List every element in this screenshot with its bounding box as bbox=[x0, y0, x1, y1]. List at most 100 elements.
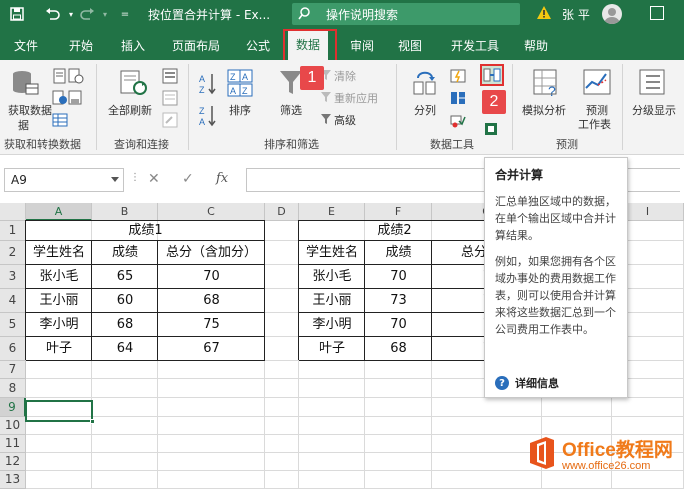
table-header[interactable]: 学生姓名 bbox=[26, 241, 92, 265]
table-cell[interactable]: 73 bbox=[365, 289, 432, 313]
redo-dropdown-icon[interactable]: ▾ bbox=[96, 5, 114, 23]
row-header[interactable]: 1 bbox=[0, 221, 26, 241]
table-cell[interactable]: 60 bbox=[92, 289, 158, 313]
cancel-icon[interactable]: ✕ bbox=[148, 171, 160, 187]
existing-connections-icon[interactable] bbox=[68, 90, 84, 106]
table-cell[interactable]: 张小毛 bbox=[26, 265, 92, 289]
table-header[interactable]: 成绩 bbox=[365, 241, 432, 265]
warning-icon[interactable] bbox=[536, 5, 552, 21]
enter-icon[interactable]: ✓ bbox=[182, 171, 194, 187]
column-header[interactable]: D bbox=[265, 203, 299, 221]
avatar[interactable] bbox=[602, 4, 622, 24]
table-cell[interactable]: 67 bbox=[158, 337, 265, 361]
row-header[interactable]: 7 bbox=[0, 361, 26, 379]
table-cell[interactable]: 68 bbox=[92, 313, 158, 337]
insert-function-button[interactable]: fx bbox=[216, 171, 228, 186]
table-cell[interactable]: 64 bbox=[92, 337, 158, 361]
what-if-label[interactable]: 模拟分析 bbox=[522, 102, 566, 118]
get-data-label[interactable]: 获取数据 bbox=[8, 102, 52, 118]
edit-links-icon[interactable] bbox=[162, 112, 178, 128]
column-header[interactable]: F bbox=[365, 203, 432, 221]
sort-icon[interactable]: Z AA Z bbox=[226, 68, 256, 98]
tab-help[interactable]: 帮助 bbox=[524, 37, 548, 54]
what-if-analysis-icon[interactable]: ? bbox=[532, 68, 562, 98]
fill-handle[interactable] bbox=[90, 419, 95, 424]
save-icon[interactable] bbox=[8, 5, 26, 23]
ribbon-display-options-icon[interactable] bbox=[650, 6, 664, 20]
row-header[interactable]: 8 bbox=[0, 379, 26, 398]
undo-icon[interactable] bbox=[44, 5, 62, 23]
text-to-columns-label[interactable]: 分列 bbox=[414, 102, 436, 118]
tab-review[interactable]: 审阅 bbox=[350, 37, 374, 54]
refresh-all-icon[interactable] bbox=[118, 68, 148, 98]
row-header[interactable]: 10 bbox=[0, 417, 26, 435]
tab-file[interactable]: 文件 bbox=[14, 37, 38, 54]
active-cell-a9[interactable] bbox=[25, 400, 95, 424]
table-cell[interactable]: 68 bbox=[158, 289, 265, 313]
from-text-icon[interactable] bbox=[52, 68, 68, 84]
column-header[interactable]: A bbox=[26, 203, 92, 221]
column-header[interactable]: C bbox=[158, 203, 265, 221]
table-header[interactable]: 总分（含加分） bbox=[158, 241, 265, 265]
table-cell[interactable]: 70 bbox=[365, 265, 432, 289]
tab-developer[interactable]: 开发工具 bbox=[451, 37, 499, 54]
from-table-icon[interactable] bbox=[52, 112, 68, 128]
row-header[interactable]: 9 bbox=[0, 398, 26, 417]
row-header[interactable]: 2 bbox=[0, 241, 26, 265]
outline-label[interactable]: 分级显示 bbox=[632, 102, 676, 118]
table-cell[interactable]: 70 bbox=[158, 265, 265, 289]
outline-icon[interactable] bbox=[638, 68, 666, 98]
row-header[interactable]: 4 bbox=[0, 289, 26, 313]
reapply-icon[interactable] bbox=[320, 91, 332, 103]
properties-icon[interactable] bbox=[162, 90, 178, 106]
chevron-down-icon[interactable] bbox=[111, 177, 119, 182]
table-cell[interactable]: 叶子 bbox=[26, 337, 92, 361]
sort-za-icon[interactable]: ZA bbox=[198, 104, 218, 128]
filter-label[interactable]: 筛选 bbox=[280, 102, 302, 118]
flash-fill-icon[interactable] bbox=[450, 68, 466, 84]
row-header[interactable]: 11 bbox=[0, 435, 26, 453]
tab-view[interactable]: 视图 bbox=[398, 37, 422, 54]
get-data-icon[interactable] bbox=[10, 68, 40, 98]
row-header[interactable]: 6 bbox=[0, 337, 26, 361]
customize-qat-icon[interactable]: = bbox=[116, 5, 134, 23]
name-box[interactable]: A9 bbox=[4, 168, 124, 192]
table-title[interactable]: 成绩2 bbox=[299, 221, 490, 241]
select-all-button[interactable] bbox=[0, 203, 26, 221]
clear-label[interactable]: 清除 bbox=[334, 68, 356, 84]
table-cell[interactable]: 68 bbox=[365, 337, 432, 361]
manage-data-model-icon[interactable] bbox=[484, 122, 498, 136]
table-title[interactable]: 成绩1 bbox=[26, 221, 265, 241]
column-header[interactable]: E bbox=[299, 203, 365, 221]
consolidate-button[interactable] bbox=[480, 64, 504, 86]
formula-bar-grip-icon[interactable]: ⋮ bbox=[130, 172, 140, 183]
advanced-label[interactable]: 高级 bbox=[334, 112, 356, 128]
from-web-icon[interactable] bbox=[52, 90, 68, 106]
tab-insert[interactable]: 插入 bbox=[121, 37, 145, 54]
tell-me-more-link[interactable]: ? 详细信息 bbox=[495, 375, 559, 391]
row-header[interactable]: 5 bbox=[0, 313, 26, 337]
table-cell[interactable]: 75 bbox=[158, 313, 265, 337]
text-to-columns-icon[interactable] bbox=[412, 68, 440, 98]
table-cell[interactable]: 70 bbox=[365, 313, 432, 337]
queries-connections-icon[interactable] bbox=[162, 68, 178, 84]
reapply-label[interactable]: 重新应用 bbox=[334, 90, 378, 106]
search-box[interactable]: 操作说明搜索 bbox=[292, 3, 520, 25]
tab-formulas[interactable]: 公式 bbox=[246, 37, 270, 54]
row-header[interactable]: 13 bbox=[0, 471, 26, 489]
recent-sources-icon[interactable] bbox=[68, 68, 84, 84]
table-header[interactable]: 成绩 bbox=[92, 241, 158, 265]
user-name[interactable]: 张 平 bbox=[562, 6, 590, 23]
remove-duplicates-icon[interactable] bbox=[450, 90, 466, 106]
table-cell[interactable]: 李小明 bbox=[299, 313, 365, 337]
refresh-all-label[interactable]: 全部刷新 bbox=[108, 102, 152, 118]
table-cell[interactable]: 王小丽 bbox=[26, 289, 92, 313]
column-header[interactable]: B bbox=[92, 203, 158, 221]
tab-home[interactable]: 开始 bbox=[69, 37, 93, 54]
table-cell[interactable]: 叶子 bbox=[299, 337, 365, 361]
table-cell[interactable]: 65 bbox=[92, 265, 158, 289]
row-header[interactable]: 12 bbox=[0, 453, 26, 471]
forecast-sheet-icon[interactable] bbox=[582, 68, 612, 98]
data-validation-icon[interactable] bbox=[450, 112, 466, 128]
row-header[interactable]: 3 bbox=[0, 265, 26, 289]
